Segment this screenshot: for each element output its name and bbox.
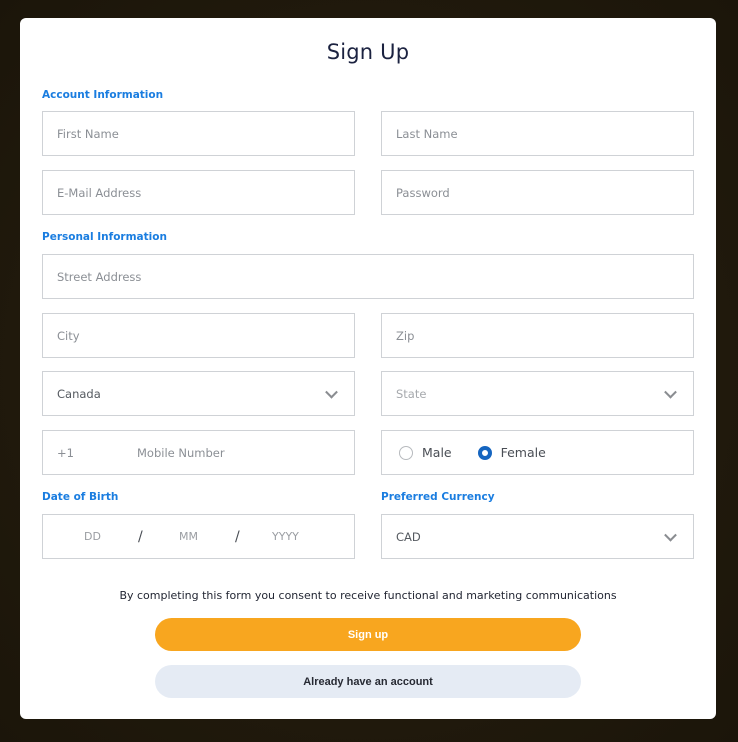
section-currency-label: Preferred Currency (381, 491, 495, 503)
chevron-down-icon (664, 385, 677, 399)
chevron-down-icon (325, 385, 338, 399)
gender-male-label: Male (422, 445, 452, 460)
gender-female-label: Female (500, 445, 546, 460)
dob-day-input[interactable]: DD (84, 530, 101, 543)
chevron-down-icon (664, 528, 677, 542)
mobile-placeholder: Mobile Number (137, 445, 225, 460)
section-account-label: Account Information (42, 89, 164, 101)
country-value: Canada (57, 386, 101, 401)
last-name-input[interactable]: Last Name (381, 111, 694, 156)
country-select[interactable]: Canada (42, 371, 355, 416)
street-placeholder: Street Address (57, 269, 142, 284)
city-placeholder: City (57, 328, 80, 343)
dob-input-group: DD / MM / YYYY (42, 514, 355, 559)
password-placeholder: Password (396, 185, 450, 200)
first-name-input[interactable]: First Name (42, 111, 355, 156)
email-input[interactable]: E-Mail Address (42, 170, 355, 215)
zip-input[interactable]: Zip (381, 313, 694, 358)
radio-checked-icon[interactable] (477, 445, 492, 460)
state-placeholder: State (396, 386, 427, 401)
signup-card: Sign Up Account Information First Name L… (20, 18, 716, 719)
page-title: Sign Up (326, 40, 410, 64)
gender-radio-group: Male Female (381, 430, 694, 475)
last-name-placeholder: Last Name (396, 126, 458, 141)
dob-month-input[interactable]: MM (179, 530, 198, 543)
dob-separator: / (138, 528, 143, 545)
first-name-placeholder: First Name (57, 126, 119, 141)
password-input[interactable]: Password (381, 170, 694, 215)
phone-prefix: +1 (57, 445, 74, 460)
email-placeholder: E-Mail Address (57, 185, 142, 200)
section-personal-label: Personal Information (42, 231, 167, 243)
dob-year-input[interactable]: YYYY (272, 530, 299, 543)
sign-up-button[interactable]: Sign up (155, 618, 581, 651)
section-dob-label: Date of Birth (42, 491, 119, 503)
dob-separator: / (235, 528, 240, 545)
consent-text: By completing this form you consent to r… (119, 589, 617, 602)
gender-option-female[interactable]: Female (477, 445, 546, 460)
zip-placeholder: Zip (396, 328, 415, 343)
street-address-input[interactable]: Street Address (42, 254, 694, 299)
city-input[interactable]: City (42, 313, 355, 358)
currency-select[interactable]: CAD (381, 514, 694, 559)
radio-unchecked-icon[interactable] (399, 445, 413, 460)
state-select[interactable]: State (381, 371, 694, 416)
mobile-input[interactable]: +1 Mobile Number (42, 430, 355, 475)
gender-option-male[interactable]: Male (399, 445, 452, 460)
currency-value: CAD (396, 529, 421, 544)
already-have-account-button[interactable]: Already have an account (155, 665, 581, 698)
